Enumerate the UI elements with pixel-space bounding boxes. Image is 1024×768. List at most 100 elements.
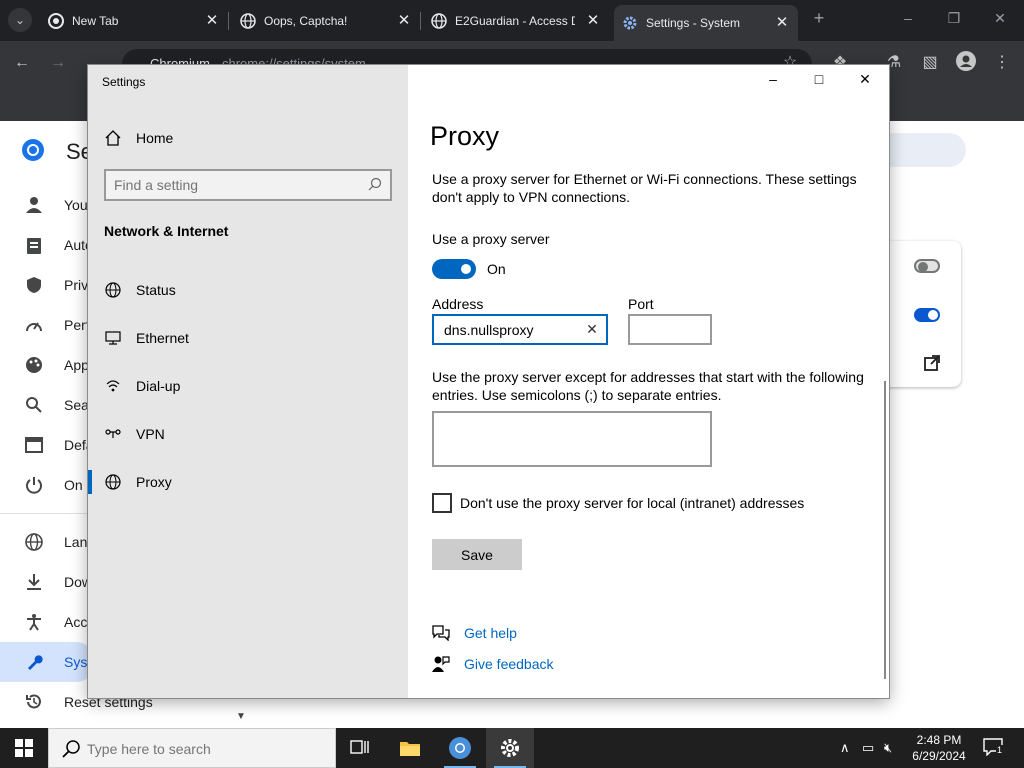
pane-scrollbar[interactable] (884, 381, 886, 679)
chromium-taskbar-button[interactable] (436, 728, 484, 768)
profile-avatar-icon[interactable] (954, 51, 978, 75)
save-button[interactable]: Save (432, 539, 522, 570)
proxy-description: Use a proxy server for Ethernet or Wi-Fi… (432, 171, 857, 205)
accessibility-icon (22, 610, 46, 634)
close-tab-icon[interactable]: ✕ (774, 15, 790, 31)
settings-nav-vpn[interactable]: VPN (88, 414, 408, 454)
forward-arrow-icon[interactable]: → (46, 51, 70, 75)
tab-search-icon[interactable]: ⌄ (8, 8, 32, 32)
help-chat-icon (432, 624, 450, 642)
task-view-button[interactable] (336, 728, 384, 768)
new-tab-plus-icon[interactable]: + (809, 8, 829, 29)
download-icon (22, 570, 46, 594)
minimize-icon[interactable]: – (898, 10, 918, 26)
power-icon (22, 473, 46, 497)
local-addresses-label: Don't use the proxy server for local (in… (460, 495, 805, 511)
network-internet-heading: Network & Internet (104, 223, 229, 239)
globe-icon (240, 12, 256, 29)
find-setting-input[interactable] (114, 176, 354, 194)
palette-icon (22, 353, 46, 377)
close-icon[interactable]: ✕ (853, 71, 877, 91)
tab-title: Oops, Captcha! (264, 13, 348, 28)
give-feedback-link[interactable]: Give feedback (432, 654, 554, 674)
find-setting-search-box[interactable] (104, 169, 392, 201)
volume-muted-icon[interactable]: 🔇︎ (884, 740, 892, 756)
settings-nav-status[interactable]: Status (88, 270, 408, 310)
globe-icon (104, 473, 122, 491)
globe-icon (431, 12, 447, 29)
settings-nav-proxy[interactable]: Proxy (88, 462, 408, 502)
tab-title: E2Guardian - Access Denied (455, 13, 575, 28)
address-input[interactable] (444, 321, 584, 339)
settings-nav-home[interactable]: Home (88, 118, 408, 158)
browser-window-icon (22, 433, 46, 457)
exceptions-field[interactable] (432, 411, 712, 467)
taskbar-clock[interactable]: 2:48 PM 6/29/2024 (908, 732, 970, 764)
tab-title: Settings - System (646, 16, 741, 30)
maximize-icon[interactable]: □ (807, 71, 831, 91)
minimize-icon[interactable]: – (761, 71, 785, 91)
settings-taskbar-button[interactable] (486, 728, 534, 768)
windows-logo-icon (15, 739, 33, 757)
open-in-new-icon[interactable] (924, 355, 940, 376)
globe-icon (22, 530, 46, 554)
tab-new-tab[interactable]: New Tab ✕ (48, 6, 220, 35)
tab-oops-captcha[interactable]: Oops, Captcha! ✕ (240, 6, 412, 35)
gear-icon (622, 15, 638, 31)
get-help-link[interactable]: Get help (432, 623, 517, 643)
use-proxy-toggle[interactable] (432, 259, 476, 279)
folder-icon (400, 742, 420, 756)
taskbar-search-box[interactable] (48, 728, 336, 768)
tab-title: New Tab (72, 13, 119, 28)
port-label: Port (628, 296, 654, 312)
tab-e2guardian[interactable]: E2Guardian - Access Denied ✕ (431, 6, 601, 35)
port-field[interactable] (628, 314, 712, 345)
restore-icon[interactable]: ❐ (944, 10, 964, 27)
taskbar-search-input[interactable] (87, 739, 317, 759)
close-tab-icon[interactable]: ✕ (204, 12, 220, 29)
history-icon (22, 690, 46, 714)
clock-date: 6/29/2024 (912, 749, 966, 763)
start-button[interactable] (0, 728, 48, 768)
close-tab-icon[interactable]: ✕ (396, 12, 412, 29)
side-panel-icon[interactable]: ▧ (918, 51, 942, 75)
speedometer-icon (22, 313, 46, 337)
settings-nav-ethernet[interactable]: Ethernet (88, 318, 408, 358)
close-tab-icon[interactable]: ✕ (585, 12, 601, 29)
search-icon (61, 739, 81, 759)
clear-text-icon[interactable]: ✕ (584, 321, 600, 337)
feedback-person-icon (432, 655, 450, 673)
search-icon (368, 177, 384, 193)
tray-overflow-chevron-icon[interactable]: ∧ (840, 740, 850, 756)
file-explorer-button[interactable] (386, 728, 434, 768)
notifications-icon[interactable]: 1 (983, 738, 1004, 759)
wrench-icon (22, 650, 46, 674)
tab-separator (420, 12, 421, 30)
scroll-down-arrow-icon[interactable]: ▼ (236, 711, 246, 722)
chromium-logo-icon (21, 138, 45, 167)
chromium-icon (48, 12, 64, 29)
tab-separator (228, 12, 229, 30)
settings-sidebar: Settings Home Network & Internet Status … (88, 65, 408, 698)
chrome-settings-search[interactable] (888, 133, 966, 167)
close-window-icon[interactable]: ✕ (990, 10, 1010, 27)
back-arrow-icon[interactable]: ← (10, 51, 34, 75)
settings-nav-dial-up[interactable]: Dial-up (88, 366, 408, 406)
address-field[interactable]: ✕ (432, 314, 608, 345)
proxy-settings-pane: – □ ✕ Proxy Use a proxy server for Ether… (408, 65, 889, 698)
tab-settings-system[interactable]: Settings - System ✕ (614, 5, 798, 41)
person-icon (22, 193, 46, 217)
chrome-toggle-on[interactable] (914, 308, 940, 322)
vpn-icon (104, 425, 122, 443)
page-title: Proxy (430, 121, 500, 151)
chrome-system-settings-card (888, 241, 961, 387)
clipboard-icon (22, 233, 46, 257)
local-addresses-checkbox[interactable] (432, 493, 452, 513)
network-icon[interactable]: ▭ (862, 740, 874, 756)
gear-icon (501, 739, 519, 757)
toggle-knob (918, 262, 928, 272)
home-icon (104, 129, 122, 147)
kebab-menu-icon[interactable]: ⋮ (990, 51, 1014, 75)
task-view-icon (350, 740, 369, 754)
chrome-toggle-off[interactable] (914, 259, 940, 273)
